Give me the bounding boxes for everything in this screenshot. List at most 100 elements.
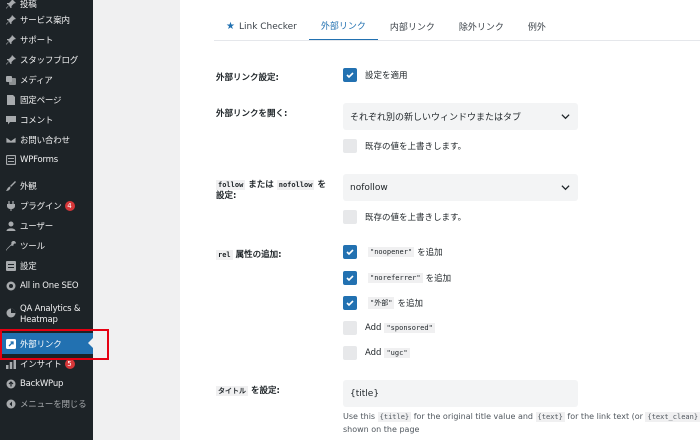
chevron-down-icon: [561, 114, 570, 120]
rel-label: rel 属性の追加:: [216, 248, 282, 260]
chevron-down-icon: [561, 185, 570, 191]
open-ext-select[interactable]: それぞれ別の新しいウィンドウまたはタブ: [343, 103, 578, 130]
forms-icon: [5, 155, 16, 166]
tab-link-checker[interactable]: ★ Link Checker: [214, 12, 309, 41]
sidebar-item-label: お問い合わせ: [20, 136, 70, 146]
tab-external-links[interactable]: 外部リンク: [308, 12, 378, 41]
tabs-divider: [214, 40, 700, 41]
user-icon: [5, 221, 16, 232]
tab-label: Link Checker: [238, 21, 297, 32]
comment-icon: [5, 115, 16, 126]
seo-icon: [5, 281, 16, 292]
title-help-line2: shown on the page: [343, 425, 420, 434]
main-content: ★ Link Checker 外部リンク 内部リンク 除外リンク 例外 外部リン…: [180, 0, 700, 440]
noopener-code: "noopener": [368, 247, 415, 257]
insights-icon: [5, 359, 16, 370]
nofollow-code: nofollow: [276, 180, 315, 190]
tab-exceptions[interactable]: 例外: [516, 12, 558, 41]
ext-settings-label: 外部リンク設定:: [216, 73, 279, 83]
pin-icon: [5, 55, 16, 66]
sponsored-row: Add "sponsored": [343, 321, 438, 335]
sidebar-item-media[interactable]: メディア: [0, 70, 93, 90]
sidebar-item-comments[interactable]: コメント: [0, 110, 93, 130]
noreferrer-checkbox[interactable]: [343, 271, 357, 285]
noreferrer-tail: を追加: [425, 274, 452, 284]
wrench-icon: [5, 241, 16, 252]
apply-settings-checkbox[interactable]: [343, 68, 357, 82]
pin-icon: [5, 35, 16, 46]
sidebar-item-tools[interactable]: ツール: [0, 236, 93, 256]
add-word-1: Add: [365, 323, 382, 333]
title-code: タイトル: [216, 386, 248, 396]
overwrite-checkbox-1[interactable]: [343, 139, 357, 153]
sidebar-item-appearance[interactable]: 外観: [0, 176, 93, 196]
sidebar-item-label: 外観: [20, 182, 37, 192]
overwrite-checkbox-2[interactable]: [343, 210, 357, 224]
sidebar-item-pages[interactable]: 固定ページ: [0, 90, 93, 110]
external-tail: を追加: [397, 299, 423, 309]
sidebar-item-label: 固定ページ: [20, 96, 62, 106]
tab-excluded-links[interactable]: 除外リンク: [447, 12, 516, 41]
sidebar-item-label: BackWPup: [20, 379, 64, 389]
tab-label: 除外リンク: [458, 23, 504, 33]
open-ext-value: それぞれ別の新しいウィンドウまたはタブ: [350, 113, 522, 123]
admin-sidebar: 投稿 サービス案内 サポート スタッフブログ メディア 固定ページ コメント お…: [0, 0, 93, 440]
sidebar-item-all-in-one-seo[interactable]: All in One SEO: [0, 276, 93, 296]
apply-settings-label: 設定を適用: [365, 71, 408, 81]
overwrite-label-1: 既存の値を上書きします。: [365, 142, 467, 152]
help-text-code: {text}: [535, 412, 565, 422]
sponsored-checkbox[interactable]: [343, 321, 357, 335]
page-icon: [5, 95, 16, 106]
sidebar-item-support[interactable]: サポート: [0, 30, 93, 50]
apply-settings-row: 設定を適用: [343, 68, 408, 82]
noopener-checkbox[interactable]: [343, 245, 357, 259]
sidebar-item-plugins[interactable]: プラグイン 4: [0, 196, 93, 216]
title-label: タイトル を設定:: [216, 384, 280, 396]
settings-tabs: ★ Link Checker 外部リンク 内部リンク 除外リンク 例外: [214, 12, 558, 41]
sidebar-item-label: All in One SEO: [20, 281, 79, 291]
plugin-icon: [5, 201, 16, 212]
sidebar-item-label: WPForms: [20, 155, 58, 165]
sidebar-item-label: QA Analytics & Heatmap: [20, 304, 81, 325]
ugc-code: "ugc": [384, 348, 410, 358]
external-code: "外部": [368, 297, 395, 309]
external-checkbox[interactable]: [343, 296, 357, 310]
sidebar-item-users[interactable]: ユーザー: [0, 216, 93, 236]
sidebar-item-label: ツール: [20, 242, 45, 252]
help-for-link: for the link text (or: [567, 412, 643, 421]
sidebar-item-services[interactable]: サービス案内: [0, 10, 93, 30]
sidebar-item-label: ユーザー: [20, 222, 54, 232]
title-help-text: Use this {title} for the original title …: [343, 410, 700, 424]
sidebar-item-label: サービス案内: [20, 16, 70, 26]
rel-tail: 属性の追加:: [235, 250, 282, 260]
star-icon: ★: [226, 21, 235, 32]
sponsored-code: "sponsored": [384, 323, 435, 333]
help-mid: for the original title value and: [413, 412, 533, 421]
sidebar-item-backwpup[interactable]: BackWPup: [0, 374, 93, 394]
tab-internal-links[interactable]: 内部リンク: [378, 12, 447, 41]
follow-value: nofollow: [350, 182, 388, 193]
overwrite-label-2: 既存の値を上書きします。: [365, 213, 467, 223]
plugin-update-count-badge: 4: [64, 201, 75, 211]
noopener-tail: を追加: [417, 248, 443, 258]
rel-code: rel: [216, 250, 233, 260]
title-value: {title}: [350, 388, 380, 399]
sidebar-item-contact[interactable]: お問い合わせ: [0, 130, 93, 150]
mail-icon: [5, 135, 16, 146]
sidebar-item-label: メディア: [20, 76, 53, 86]
sidebar-item-label: メニューを閉じる: [20, 400, 87, 410]
sidebar-item-staff-blog[interactable]: スタッフブログ: [0, 50, 93, 70]
tab-label: 外部リンク: [320, 22, 366, 32]
follow-select[interactable]: nofollow: [343, 174, 578, 201]
sidebar-item-wpforms[interactable]: WPForms: [0, 150, 93, 170]
highlight-annotation-box: [0, 329, 109, 360]
add-word-2: Add: [365, 348, 382, 358]
collapse-menu-button[interactable]: メニューを閉じる: [0, 394, 93, 414]
settings-icon: [5, 261, 16, 272]
ugc-checkbox[interactable]: [343, 346, 357, 360]
external-row: "外部" を追加: [343, 296, 423, 310]
sidebar-item-settings[interactable]: 設定: [0, 256, 93, 276]
overwrite-row-2: 既存の値を上書きします。: [343, 210, 466, 224]
title-input[interactable]: {title}: [343, 380, 578, 407]
sidebar-item-label: 設定: [20, 262, 37, 272]
